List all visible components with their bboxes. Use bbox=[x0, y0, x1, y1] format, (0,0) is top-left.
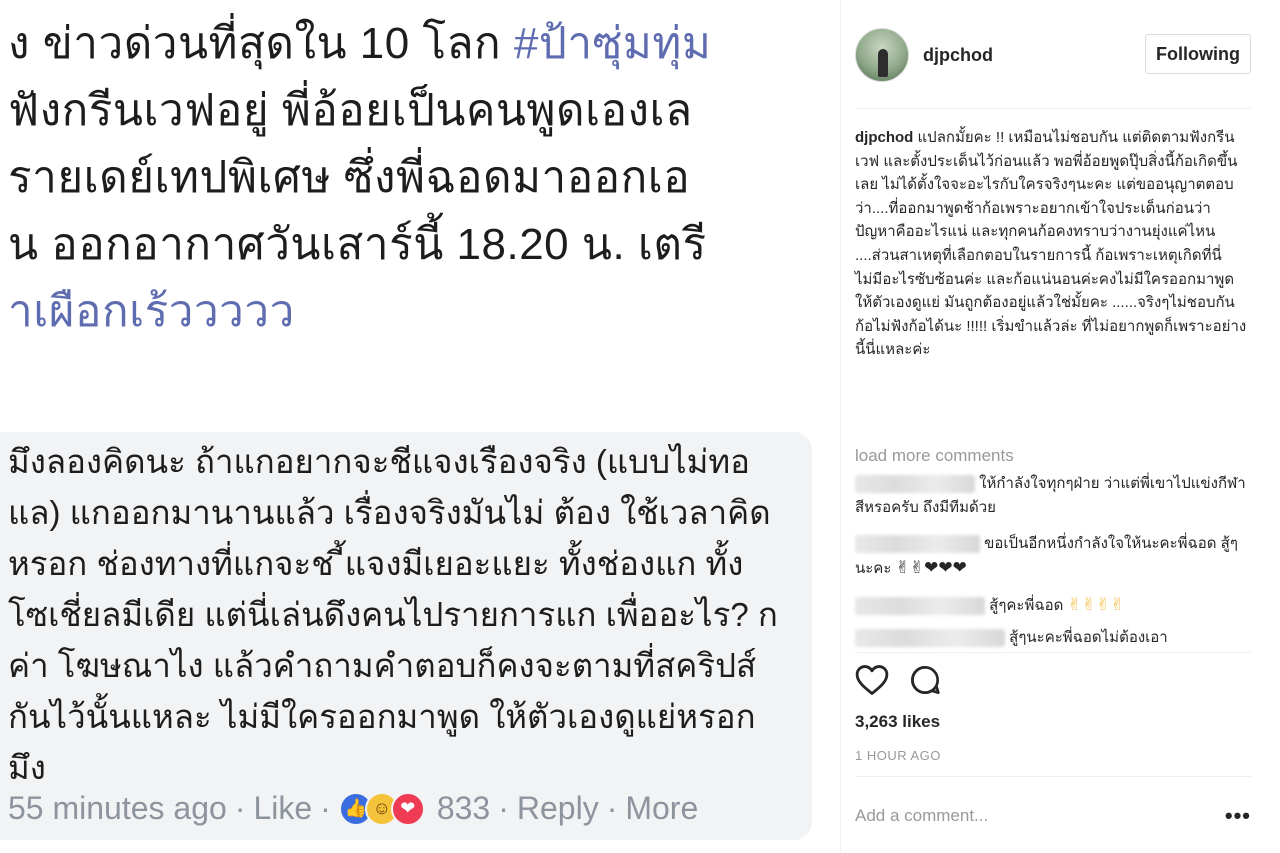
red-heart-icon: ❤ bbox=[938, 558, 953, 578]
red-heart-icon: ❤ bbox=[952, 558, 967, 578]
victory-hand-icon: ✌ bbox=[909, 558, 925, 578]
reply-link[interactable]: Reply bbox=[517, 790, 599, 827]
caption-text: แปลกมั้ยคะ !! เหมือนไม่ชอบกัน แต่ติดตามฟ… bbox=[855, 129, 1247, 359]
instagram-post-panel: djpchod Following djpchod แปลกมั้ยคะ !! … bbox=[841, 0, 1280, 853]
add-comment-input[interactable]: Add a comment... bbox=[855, 806, 988, 826]
footer-divider bbox=[855, 776, 1251, 777]
blurred-commenter-name[interactable] bbox=[855, 475, 975, 494]
avatar[interactable] bbox=[855, 28, 909, 82]
blurred-commenter-name[interactable] bbox=[855, 629, 1005, 648]
post-caption: djpchod แปลกมั้ยคะ !! เหมือนไม่ชอบกัน แต… bbox=[855, 126, 1251, 362]
heart-icon[interactable] bbox=[855, 664, 889, 696]
hashtag-link[interactable]: #ป้าซุ่มทุ่ม bbox=[514, 19, 711, 68]
comment-text: สู้ๆคะพี่ฉอด bbox=[989, 597, 1064, 614]
comment-line-7: มึง bbox=[8, 749, 46, 786]
reaction-count[interactable]: 833 bbox=[437, 790, 490, 827]
meta-separator: · bbox=[234, 790, 246, 826]
username[interactable]: djpchod bbox=[923, 45, 993, 66]
comment-line-6: กันไว้นั้นแหละ ไม่มีใครออกมาพูด ให้ตัวเอ… bbox=[8, 698, 756, 735]
post-line-1: ง ข่าวด่วนที่สุดใน 10 โลก #ป้าซุ่มทุ่ม bbox=[8, 19, 712, 68]
meta-separator: · bbox=[498, 790, 509, 826]
add-comment-bar: Add a comment... ••• bbox=[855, 803, 1251, 829]
comments-divider bbox=[855, 652, 1251, 653]
comment-item: ให้กำลังใจทุกๆฝ่าย ว่าแต่พี่เขาไปแข่งกีฬ… bbox=[855, 472, 1251, 520]
comment-text: มึงลองคิดนะ ถ้าแกอยากจะชีแจงเรืองจริง (แ… bbox=[8, 436, 778, 793]
comment-line-3: หรอก ช่องทางที่แกจะช ี้แจงมีเยอะแยะ ทั้ง… bbox=[8, 545, 744, 582]
following-button[interactable]: Following bbox=[1145, 34, 1251, 74]
likes-count[interactable]: 3,263 likes bbox=[855, 712, 940, 732]
comment-icon[interactable] bbox=[909, 664, 941, 696]
load-more-comments-link[interactable]: load more comments bbox=[855, 446, 1014, 466]
facebook-post-text: ง ข่าวด่วนที่สุดใน 10 โลก #ป้าซุ่มทุ่ม ฟ… bbox=[8, 10, 711, 345]
heart-icon: ❤ bbox=[390, 791, 425, 826]
comment-line-2: แล) แกออกมานานแล้ว เรื่องจริงมันไม่ ต้อง… bbox=[8, 494, 771, 531]
post-line-2: ฟังกรีนเวฟอยู่ พี่อ้อยเป็นคนพูดเองเล bbox=[8, 86, 693, 135]
comment-line-4: โซเชี่ยลมีเดีย แต่นี่เล่นดึงคนไปรายการแก… bbox=[8, 596, 778, 633]
post-header: djpchod Following bbox=[855, 24, 1251, 86]
comment-item: สู้ๆคะพี่ฉอด ✌✌✌✌ bbox=[855, 593, 1251, 618]
more-link[interactable]: More bbox=[625, 790, 698, 827]
caption-username[interactable]: djpchod bbox=[855, 129, 913, 146]
post-line-hashtag[interactable]: าเผือกเร้ววววว bbox=[8, 278, 711, 345]
post-actions bbox=[855, 664, 941, 696]
meta-separator: · bbox=[606, 790, 618, 826]
comment-text: สู้ๆนะคะพี่ฉอดไม่ต้องเอา bbox=[1009, 629, 1168, 646]
meta-separator: · bbox=[320, 790, 331, 826]
reaction-icons[interactable]: 👍 ☺ ❤ bbox=[338, 791, 425, 826]
comment-emoji: ✌✌❤❤❤ bbox=[896, 558, 967, 578]
blurred-commenter-name[interactable] bbox=[855, 597, 985, 616]
red-heart-icon: ❤ bbox=[924, 558, 939, 578]
post-timestamp: 1 HOUR AGO bbox=[855, 748, 941, 763]
facebook-comment-bubble: มึงลองคิดนะ ถ้าแกอยากจะชีแจงเรืองจริง (แ… bbox=[0, 432, 812, 840]
comment-line-1: มึงลองคิดนะ ถ้าแกอยากจะชีแจงเรืองจริง (แ… bbox=[8, 443, 750, 480]
comment-line-5: ค่า โฆษณาไง แล้วคำถามคำตอบก็คงจะตามที่สค… bbox=[8, 647, 757, 684]
post-line-3: รายเดย์เทปพิเศษ ซึ่งพี่ฉอดมาออกเอ bbox=[8, 153, 691, 202]
like-link[interactable]: Like bbox=[253, 790, 312, 827]
comment-meta-bar: 55 minutes ago · Like · 👍 ☺ ❤ 833 · Repl… bbox=[8, 790, 698, 827]
more-options-icon[interactable]: ••• bbox=[1225, 803, 1251, 829]
victory-hands-icon: ✌✌✌✌ bbox=[1067, 595, 1125, 615]
comment-item: ขอเป็นอีกหนึ่งกำลังใจให้นะคะพี่ฉอด สู้ๆน… bbox=[855, 532, 1251, 581]
facebook-screenshot-panel: ง ข่าวด่วนที่สุดใน 10 โลก #ป้าซุ่มทุ่ม ฟ… bbox=[0, 0, 840, 853]
post-line-4: น ออกอากาศวันเสาร์นี้ 18.20 น. เตรี bbox=[8, 220, 707, 269]
header-divider bbox=[855, 108, 1251, 109]
comment-timestamp: 55 minutes ago bbox=[8, 790, 227, 826]
blurred-commenter-name[interactable] bbox=[855, 535, 980, 554]
victory-hand-icon: ✌ bbox=[895, 558, 910, 578]
comment-item: สู้ๆนะคะพี่ฉอดไม่ต้องเอา bbox=[855, 626, 1251, 650]
